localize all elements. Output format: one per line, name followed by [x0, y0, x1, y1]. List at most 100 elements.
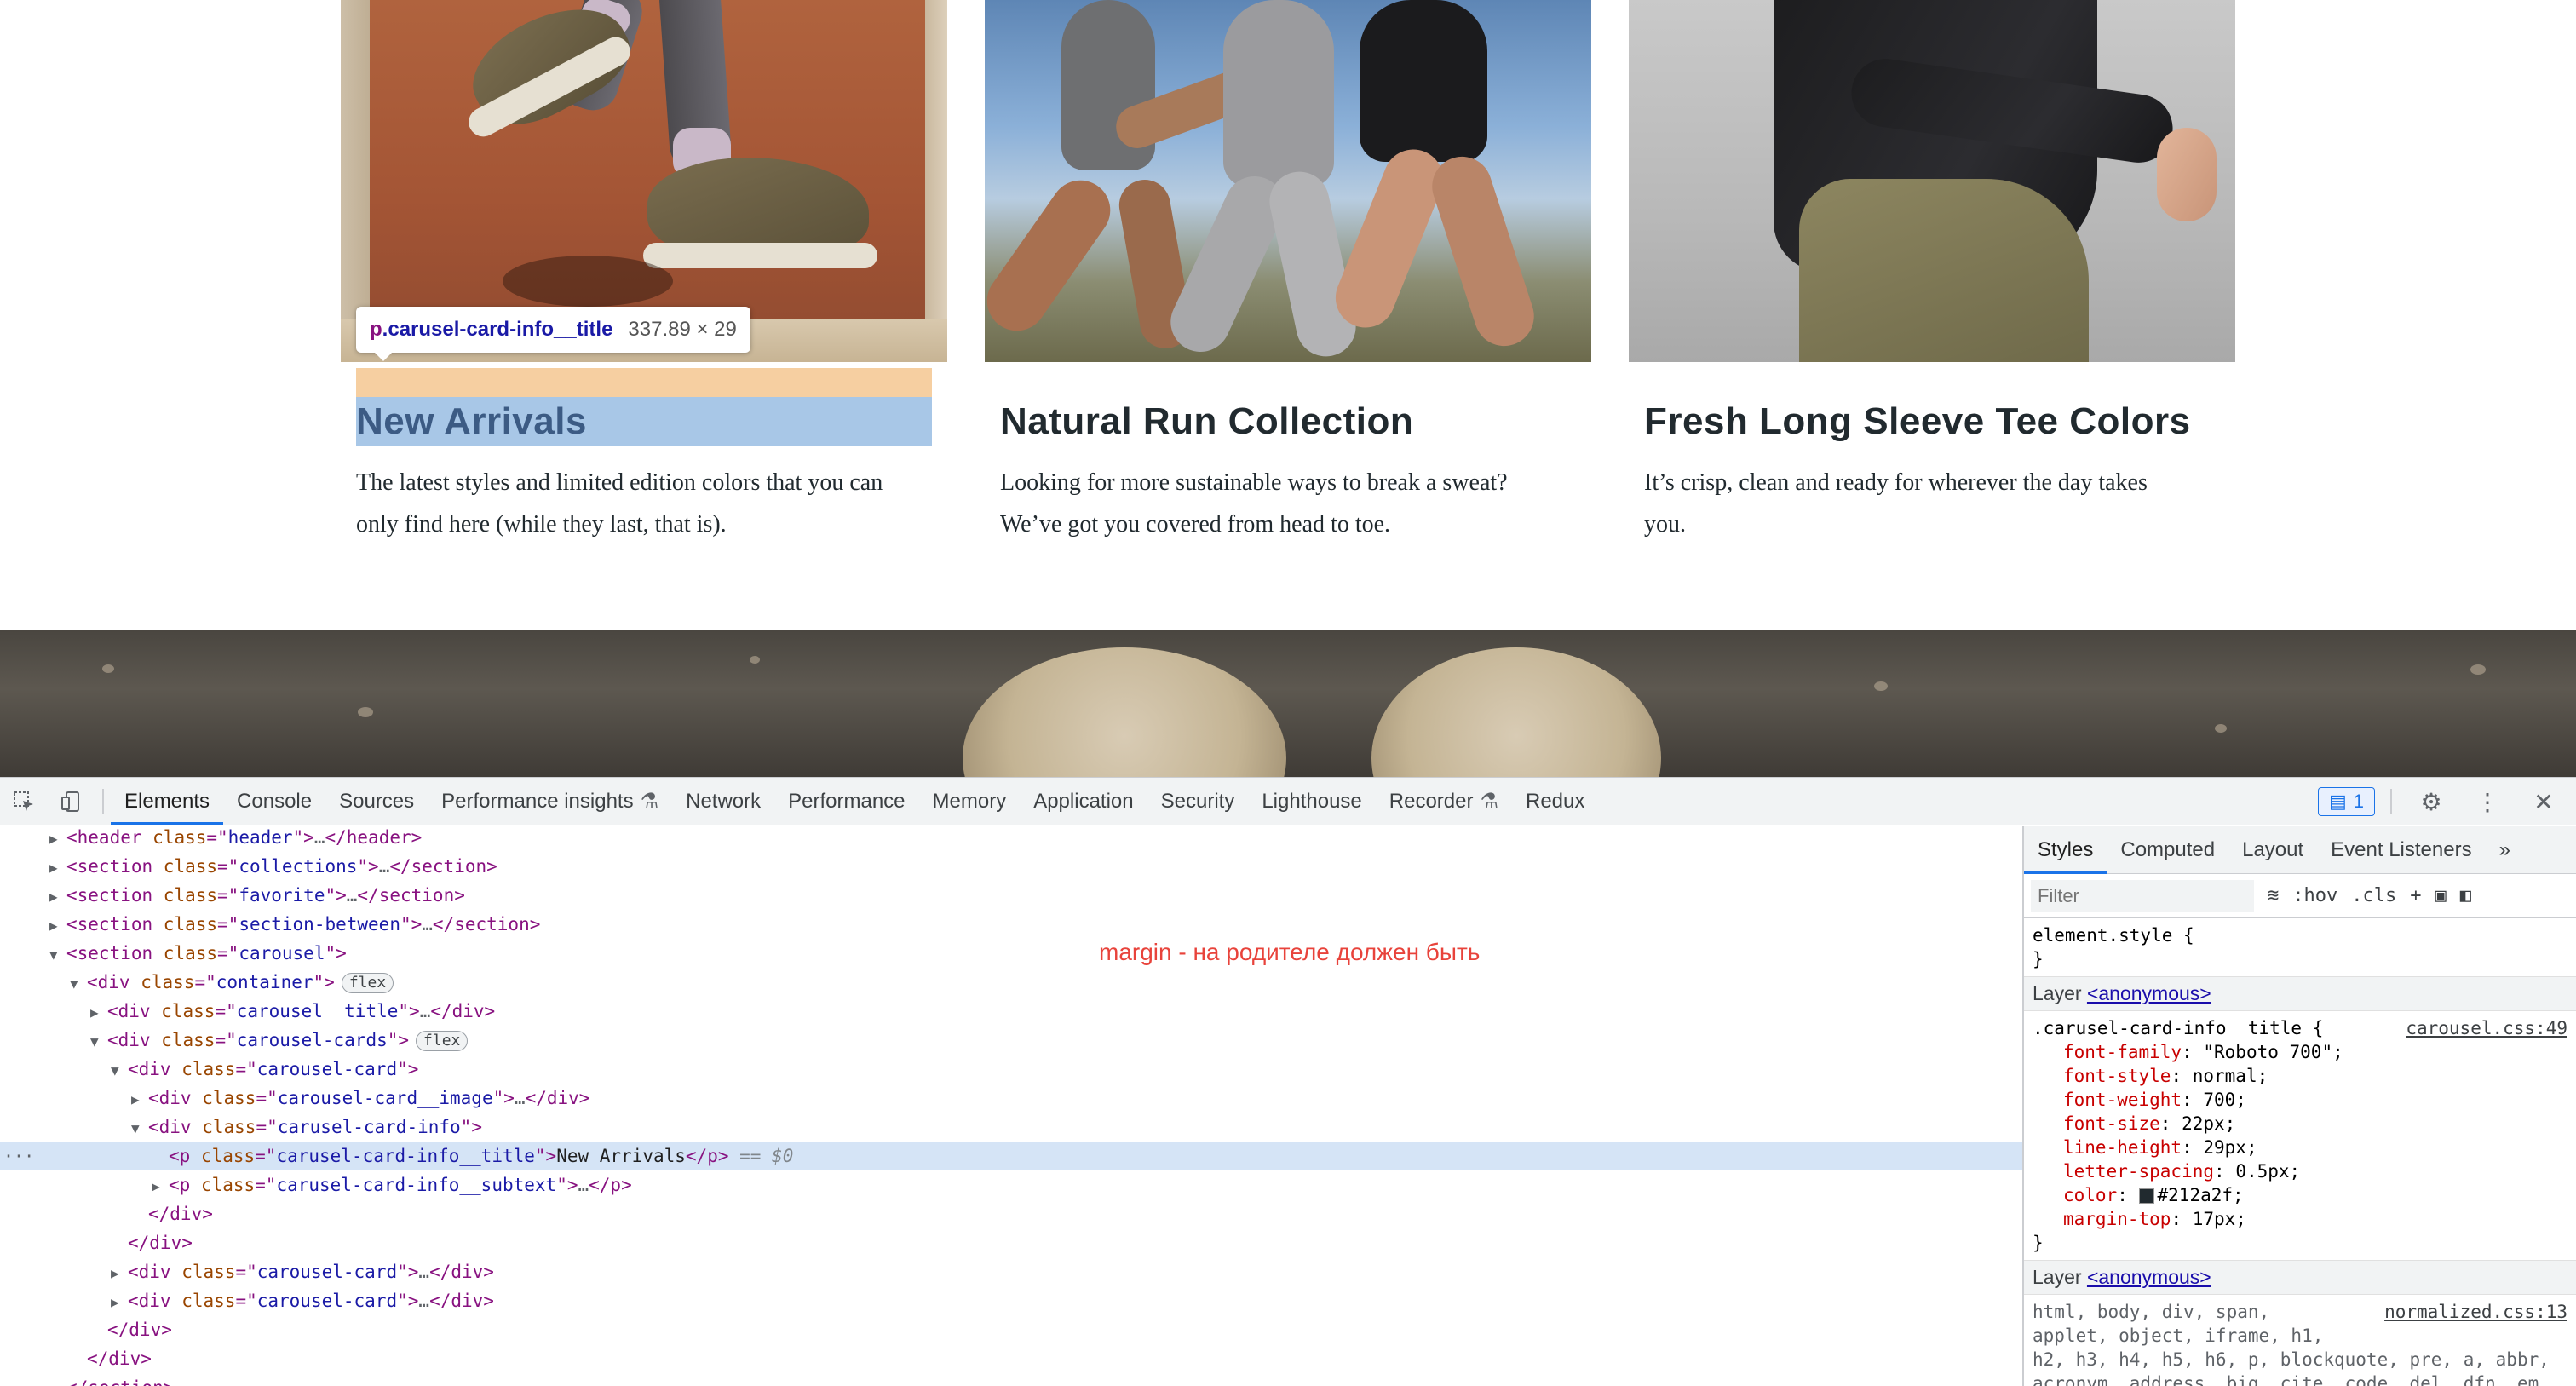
- tab-console[interactable]: Console: [223, 778, 325, 825]
- tab-redux[interactable]: Redux: [1512, 778, 1598, 825]
- css-declaration[interactable]: margin-top: 17px;: [2033, 1207, 2567, 1231]
- close-icon[interactable]: ✕: [2520, 778, 2567, 825]
- dom-node[interactable]: ▶ <p class="carusel-card-info__subtext">……: [0, 1170, 2022, 1199]
- collapse-triangle-icon[interactable]: ▼: [49, 940, 66, 969]
- toggle-layers-icon[interactable]: ≋: [2268, 885, 2279, 906]
- tab-performance-insights[interactable]: Performance insights ⚗: [428, 778, 672, 825]
- tab-recorder[interactable]: Recorder ⚗: [1376, 778, 1512, 825]
- new-rule-button[interactable]: +: [2410, 885, 2421, 906]
- dom-token: class: [181, 1262, 236, 1282]
- css-rule[interactable]: html, body, div, span, normalized.css:13…: [2024, 1295, 2576, 1386]
- css-rule[interactable]: .carusel-card-info__title { carousel.css…: [2024, 1011, 2576, 1261]
- card-image-natural-run[interactable]: [985, 0, 1591, 362]
- tab-elements[interactable]: Elements: [111, 778, 224, 825]
- subtitle-line: It’s crisp, clean and ready for wherever…: [1644, 469, 2148, 496]
- css-declaration[interactable]: color: #212a2f;: [2033, 1183, 2567, 1207]
- dom-token: <p: [169, 1146, 201, 1166]
- device-toolbar-icon[interactable]: [48, 778, 95, 825]
- tab-performance[interactable]: Performance: [774, 778, 918, 825]
- tab-memory[interactable]: Memory: [919, 778, 1021, 825]
- dom-node[interactable]: ▶ <section class="favorite">…</section>: [0, 881, 2022, 910]
- flex-badge[interactable]: flex: [416, 1031, 469, 1051]
- card-title[interactable]: Fresh Long Sleeve Tee Colors: [1644, 397, 2191, 446]
- dom-node[interactable]: ▶ <div class="carousel-card__image">…</di…: [0, 1084, 2022, 1113]
- expand-triangle-icon[interactable]: ▶: [49, 826, 66, 854]
- dom-node[interactable]: ▶ <div class="carousel-card">…</div>: [0, 1257, 2022, 1286]
- tab-network[interactable]: Network: [672, 778, 774, 825]
- expand-triangle-icon[interactable]: ▶: [152, 1172, 169, 1201]
- rule-selector: applet, object, iframe, h1,: [2033, 1326, 2324, 1346]
- dom-node[interactable]: ▶ <section class="section-between">…</sec…: [0, 910, 2022, 939]
- dom-node[interactable]: ▼ <section class="carousel">: [0, 939, 2022, 968]
- dom-node-selected[interactable]: ··· <p class="carusel-card-info__title">N…: [0, 1142, 2022, 1170]
- css-declaration[interactable]: line-height: 29px;: [2033, 1136, 2567, 1159]
- dom-node[interactable]: </div>: [0, 1344, 2022, 1373]
- source-link[interactable]: normalized.css:13: [2384, 1300, 2567, 1324]
- css-declaration[interactable]: font-family: "Roboto 700";: [2033, 1040, 2567, 1064]
- expand-triangle-icon[interactable]: ▶: [131, 1085, 148, 1114]
- elements-dom-tree[interactable]: </section></div></div>▶<div class="carou…: [0, 826, 2022, 1386]
- dom-node[interactable]: ▼ <div class="carousel-card">: [0, 1055, 2022, 1084]
- dom-node[interactable]: </div>: [0, 1228, 2022, 1257]
- collapse-triangle-icon[interactable]: ▼: [131, 1114, 148, 1143]
- layer-link[interactable]: <anonymous>: [2087, 1266, 2211, 1288]
- settings-gear-icon[interactable]: ⚙: [2407, 778, 2455, 825]
- tab-computed[interactable]: Computed: [2107, 826, 2228, 874]
- card-title[interactable]: New Arrivals: [356, 397, 587, 446]
- dom-node[interactable]: ▼ <div class="container"> flex: [0, 968, 2022, 997]
- collapse-triangle-icon[interactable]: ▼: [111, 1056, 128, 1085]
- styles-filter-input[interactable]: [2031, 879, 2254, 912]
- expand-triangle-icon[interactable]: ▶: [49, 854, 66, 883]
- cls-toggle[interactable]: .cls: [2351, 885, 2396, 906]
- toggle-sidebar-icon[interactable]: ◧: [2460, 885, 2471, 906]
- tab-event-listeners[interactable]: Event Listeners: [2317, 826, 2485, 874]
- collapse-triangle-icon[interactable]: ▼: [70, 969, 87, 998]
- inspect-element-icon[interactable]: [0, 778, 48, 825]
- css-declaration[interactable]: font-size: 22px;: [2033, 1112, 2567, 1136]
- expand-triangle-icon[interactable]: ▶: [111, 1259, 128, 1288]
- subtitle-line: only find here (while they last, that is…: [356, 511, 727, 538]
- dom-node[interactable]: </section>: [0, 1373, 2022, 1386]
- dom-node[interactable]: </div>: [0, 1199, 2022, 1228]
- tab-lighthouse[interactable]: Lighthouse: [1248, 778, 1375, 825]
- layer-link[interactable]: <anonymous>: [2087, 982, 2211, 1004]
- expand-triangle-icon[interactable]: ▶: [111, 1288, 128, 1317]
- card-image-long-sleeve[interactable]: [1629, 0, 2235, 362]
- card-title[interactable]: Natural Run Collection: [1000, 397, 1413, 446]
- element-style-rule[interactable]: element.style { }: [2024, 918, 2576, 977]
- toolbar-divider: [2390, 789, 2392, 814]
- more-options-icon[interactable]: ⋮: [2464, 778, 2511, 825]
- node-menu-ellipsis-icon[interactable]: ···: [3, 1142, 34, 1170]
- expand-triangle-icon[interactable]: ▶: [49, 912, 66, 940]
- css-declaration[interactable]: letter-spacing: 0.5px;: [2033, 1159, 2567, 1183]
- css-property: font-style: [2063, 1066, 2171, 1086]
- collapse-triangle-icon[interactable]: ▼: [90, 1027, 107, 1056]
- paint-brush-icon[interactable]: ▣: [2435, 885, 2446, 906]
- dom-node[interactable]: ▶ <header class="header">…</header>: [0, 826, 2022, 852]
- dom-node[interactable]: ▶ <section class="collections">…</section…: [0, 852, 2022, 881]
- dom-node[interactable]: ▶ <div class="carousel__title">…</div>: [0, 997, 2022, 1026]
- dom-node[interactable]: ▶ <div class="carousel-card">…</div>: [0, 1286, 2022, 1315]
- css-value: 17px;: [2192, 1209, 2246, 1229]
- dom-node[interactable]: ▼ <div class="carusel-card-info">: [0, 1113, 2022, 1142]
- tab-security[interactable]: Security: [1147, 778, 1249, 825]
- hov-toggle[interactable]: :hov: [2292, 885, 2337, 906]
- dom-token: carousel-card: [256, 1059, 398, 1079]
- tab-layout[interactable]: Layout: [2228, 826, 2317, 874]
- color-swatch[interactable]: [2138, 1188, 2154, 1204]
- tab-application[interactable]: Application: [1020, 778, 1147, 825]
- expand-triangle-icon[interactable]: ▶: [49, 883, 66, 912]
- dom-node[interactable]: ▼ <div class="carousel-cards"> flex: [0, 1026, 2022, 1055]
- tab-styles[interactable]: Styles: [2024, 826, 2107, 874]
- more-tabs-chevron-icon[interactable]: »: [2486, 826, 2524, 874]
- css-declaration[interactable]: font-style: normal;: [2033, 1064, 2567, 1088]
- source-link[interactable]: carousel.css:49: [2406, 1016, 2567, 1040]
- dom-node[interactable]: </div>: [0, 1315, 2022, 1344]
- flex-badge[interactable]: flex: [341, 973, 394, 993]
- wood-banner-image: [0, 630, 2576, 777]
- css-declaration[interactable]: font-weight: 700;: [2033, 1088, 2567, 1112]
- expand-triangle-icon[interactable]: ▶: [90, 998, 107, 1027]
- issues-badge[interactable]: ▤ 1: [2317, 787, 2375, 816]
- tab-sources[interactable]: Sources: [325, 778, 428, 825]
- layer-label: Layer: [2033, 982, 2082, 1004]
